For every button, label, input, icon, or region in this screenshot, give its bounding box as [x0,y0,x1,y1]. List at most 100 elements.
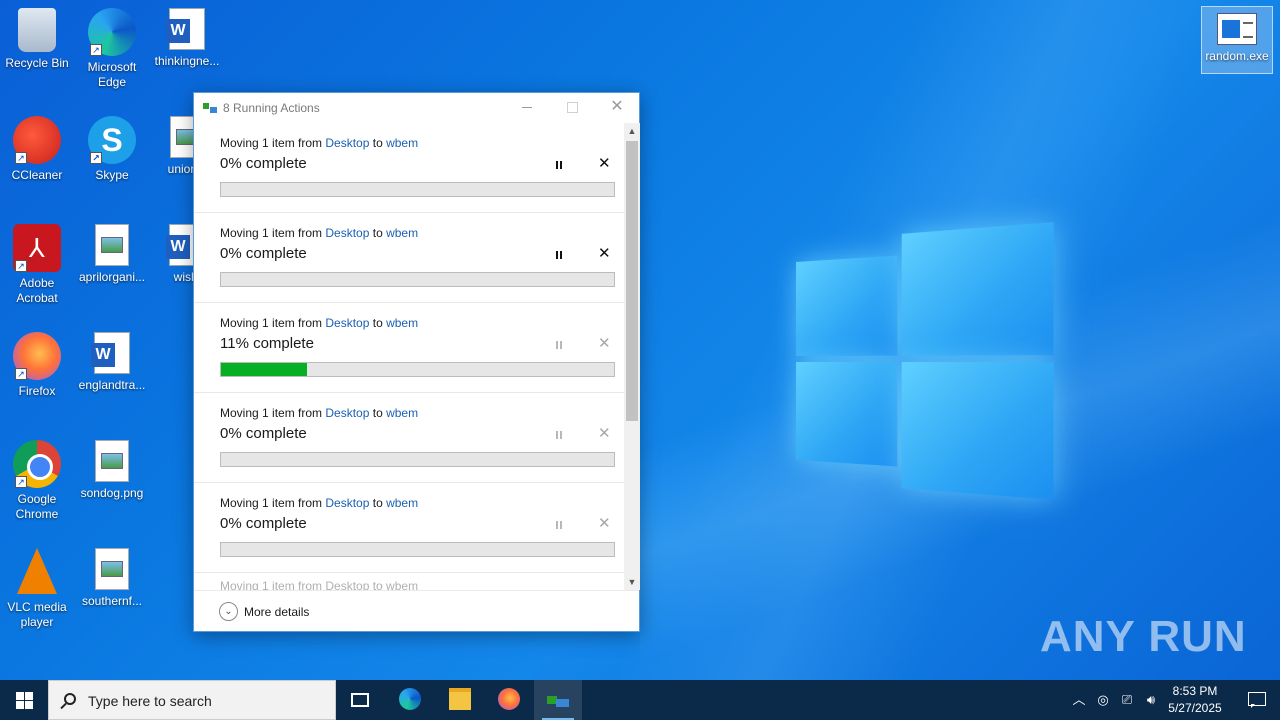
firefox-icon [498,688,520,710]
cancel-icon[interactable]: ✕ [598,514,611,532]
desktop-icon-label: aprilorgani... [78,270,146,284]
destination-link[interactable]: wbem [386,316,418,330]
operation-description: Moving 1 item from Desktop to wbem [220,496,418,510]
operation-item: Moving 1 item from Desktop to wbem 0% co… [194,123,624,213]
desktop-icon-google-chrome[interactable]: ↗ Google Chrome [0,440,75,522]
percent-complete: 0% complete [220,155,307,172]
progress-bar [220,452,615,467]
skype-icon: S ↗ [88,116,136,164]
taskbar-file-explorer[interactable] [436,680,484,720]
operation-description: Moving 1 item from Desktop to wbem [220,226,418,240]
vertical-scrollbar[interactable]: ▲ ▼ [624,123,640,590]
desktop-icon-random-exe[interactable]: random.exe [1201,6,1273,74]
cancel-icon[interactable]: ✕ [598,244,611,262]
more-details-link[interactable]: More details [244,605,309,619]
word-document-icon: W [166,8,205,50]
task-view-button[interactable] [336,680,384,720]
show-hidden-icons-chevron-icon[interactable]: ︿ [1068,680,1090,720]
image-file-icon [95,440,129,482]
operation-middle: to [369,136,387,150]
cancel-icon[interactable]: ✕ [598,424,611,442]
progress-bar [220,542,615,557]
source-link[interactable]: Desktop [325,316,369,330]
desktop-icon-vlc[interactable]: VLC media player [0,548,75,630]
percent-complete: 0% complete [220,425,307,442]
desktop-icon-label: Google Chrome [15,492,59,521]
desktop-icon-label: southernf... [81,594,143,608]
operation-prefix: Moving 1 item from [220,406,326,420]
operation-description: Moving 1 item from Desktop to wbem [220,406,418,420]
pause-icon[interactable] [552,519,566,533]
clock-date: 5/27/2025 [1168,701,1222,715]
maximize-button[interactable] [549,93,595,123]
destination-link[interactable]: wbem [386,136,418,150]
desktop-icon-adobe-acrobat[interactable]: ⅄ ↗ Adobe Acrobat [0,224,75,306]
scrollbar-thumb[interactable] [626,141,638,421]
desktop-icon-label: Recycle Bin [5,56,69,70]
desktop-icon-southernf[interactable]: southernf... [74,548,150,609]
search-placeholder: Type here to search [88,693,212,709]
operation-middle: to [369,226,387,240]
destination-link[interactable]: wbem [386,496,418,510]
desktop-icon-englandtra[interactable]: W englandtra... [74,332,150,393]
operation-prefix: Moving 1 item from [220,316,326,330]
source-link[interactable]: Desktop [325,136,369,150]
desktop-icon-aprilorgani[interactable]: aprilorgani... [74,224,150,285]
taskbar-firefox[interactable] [485,680,533,720]
scroll-up-arrow-icon[interactable]: ▲ [624,123,640,139]
taskbar: Type here to search ︿ ◎ ⎚ 🔊︎ 8:53 PM 5/2… [0,680,1280,720]
percent-complete: 11% complete [220,335,314,352]
pause-icon[interactable] [552,249,566,263]
operation-prefix: Moving 1 item from [220,226,326,240]
source-link[interactable]: Desktop [325,496,369,510]
taskbar-file-operation[interactable] [534,680,582,720]
scroll-down-arrow-icon[interactable]: ▼ [624,574,640,590]
desktop-icon-label: VLC media player [7,600,67,629]
taskbar-search-box[interactable]: Type here to search [48,680,336,720]
desktop-icon-microsoft-edge[interactable]: ↗ Microsoft Edge [74,8,150,90]
windows-logo-wallpaper [796,222,1054,500]
meet-now-icon[interactable]: ◎ [1092,680,1114,720]
file-operation-dialog: 8 Running Actions ✕ Moving 1 item from D… [193,92,640,632]
start-button[interactable] [0,680,48,720]
operation-item: Moving 1 item from Desktop to wbem 0% co… [194,483,624,573]
destination-link[interactable]: wbem [386,226,418,240]
desktop-icon-thinkingne[interactable]: W thinkingne... [149,8,225,69]
notification-center-icon[interactable] [1236,680,1276,720]
operation-prefix: Moving 1 item from [220,496,326,510]
volume-icon[interactable]: 🔊︎ [1140,680,1162,720]
desktop-icon-sondog[interactable]: sondog.png [74,440,150,501]
desktop-wallpaper [0,0,1280,680]
pause-icon[interactable] [552,429,566,443]
desktop-icon-label: thinkingne... [154,54,220,68]
close-button[interactable]: ✕ [594,93,640,123]
desktop-icon-label: Adobe Acrobat [16,276,58,305]
desktop-icon-ccleaner[interactable]: ↗ CCleaner [0,116,75,183]
progress-bar [220,362,615,377]
dialog-title: 8 Running Actions [223,101,320,115]
desktop-icon-recycle-bin[interactable]: Recycle Bin [0,8,75,71]
desktop-icon-firefox[interactable]: ↗ Firefox [0,332,75,399]
cancel-icon[interactable]: ✕ [598,154,611,172]
percent-complete: 0% complete [220,515,307,532]
cancel-icon[interactable]: ✕ [598,334,611,352]
pause-icon[interactable] [552,339,566,353]
taskbar-edge[interactable] [386,680,434,720]
minimize-button[interactable] [504,93,550,123]
file-copy-icon [203,103,217,113]
desktop-icon-label: CCleaner [11,168,63,182]
folder-icon [449,688,471,710]
taskbar-clock[interactable]: 8:53 PM 5/27/2025 [1160,683,1230,717]
chrome-icon: ↗ [13,440,61,488]
desktop-icon-label: Microsoft Edge [87,60,137,89]
source-link[interactable]: Desktop [325,226,369,240]
dialog-titlebar[interactable]: 8 Running Actions ✕ [194,93,639,123]
source-link[interactable]: Desktop [325,406,369,420]
desktop-icon-skype[interactable]: S ↗ Skype [74,116,150,183]
pause-icon[interactable] [552,159,566,173]
chevron-down-icon[interactable]: ⌄ [219,602,238,621]
network-icon[interactable]: ⎚ [1116,680,1138,720]
destination-link[interactable]: wbem [386,406,418,420]
word-document-icon: W [91,332,130,374]
operations-list: Moving 1 item from Desktop to wbem 0% co… [194,123,624,590]
